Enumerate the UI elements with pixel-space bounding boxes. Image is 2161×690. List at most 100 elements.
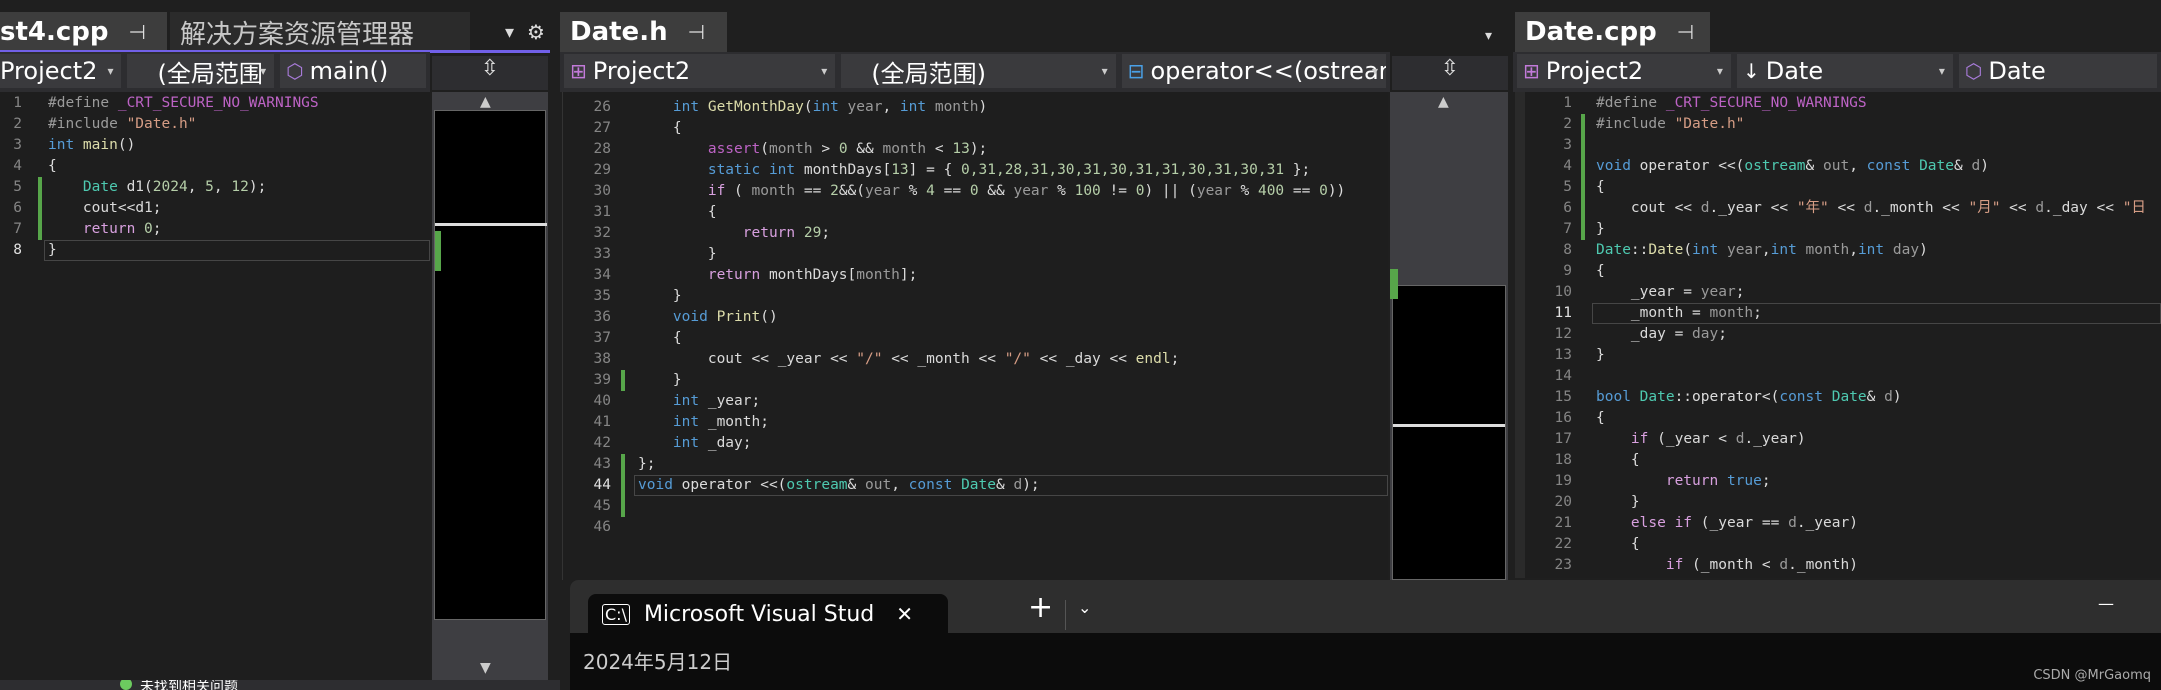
terminal-tab[interactable]: C:\ Microsoft Visual Stud ✕ [588, 594, 948, 634]
code-line[interactable]: 4 void operator <<(ostream& out, const Da… [1525, 156, 2161, 177]
code-line[interactable]: 37 { [563, 328, 1388, 349]
code-line[interactable]: 7} [1525, 219, 2161, 240]
caret-icon: ▾ [1371, 64, 1378, 78]
pin-icon[interactable]: ⊣ [688, 20, 705, 44]
split-window-icon[interactable]: ⇳ [1392, 56, 1508, 90]
middle-minimap[interactable]: ▲ [1390, 92, 1508, 580]
code-line[interactable]: 5 Date d1(2024, 5, 12); [0, 177, 430, 198]
code-line[interactable]: 14 [1525, 366, 2161, 387]
code-line[interactable]: 34 return monthDays[month]; [563, 265, 1388, 286]
code-line[interactable]: 41 int _month; [563, 412, 1388, 433]
code-line[interactable]: 3 int main() [0, 135, 430, 156]
editor-date-cpp[interactable]: 1 #define _CRT_SECURE_NO_WARNINGS 2 #includ… [1515, 92, 2161, 578]
new-tab-button[interactable]: + [1028, 590, 1053, 625]
code-line[interactable]: 21 else if (_year == d._year) [1525, 513, 2161, 534]
code-line[interactable]: 8 Date::Date(int year,int month,int day) [1525, 240, 2161, 261]
split-window-icon[interactable]: ⇳ [432, 56, 548, 90]
code-line[interactable]: 2 #include "Date.h" [1525, 114, 2161, 135]
code-line[interactable]: 20 } [1525, 492, 2161, 513]
minimap-viewport[interactable] [1392, 285, 1506, 580]
code-line[interactable]: 42 int _day; [563, 433, 1388, 454]
left-minimap[interactable]: ▲ ▼ [432, 92, 548, 680]
tab-date-cpp[interactable]: Date.cpp ⊣ ✕ [1515, 12, 1710, 52]
code-line[interactable]: 6 cout<<d1; [0, 198, 430, 219]
code-line[interactable]: 13} [1525, 345, 2161, 366]
code-line[interactable]: 27 { [563, 118, 1388, 139]
code-line[interactable]: 6 cout << d._year << "年" << d._month << … [1525, 198, 2161, 219]
code-line[interactable]: 36 void Print() [563, 307, 1388, 328]
code-line[interactable]: 3 [1525, 135, 2161, 156]
minimap-viewport[interactable] [434, 110, 547, 620]
change-marker [1581, 135, 1585, 156]
code-line[interactable]: 40 int _year; [563, 391, 1388, 412]
code-line[interactable]: 26 int GetMonthDay(int year, int month) [563, 97, 1388, 118]
code-line[interactable]: 31 { [563, 202, 1388, 223]
code-line[interactable]: 39 } [563, 370, 1388, 391]
pin-icon[interactable]: ⊣ [129, 20, 146, 44]
code-line[interactable]: 12 _day = day; [1525, 324, 2161, 345]
code-line[interactable]: 4{ [0, 156, 430, 177]
code-line[interactable]: 45 [563, 496, 1388, 517]
minimize-button[interactable]: — [2098, 594, 2114, 613]
code-line[interactable]: 8} [0, 240, 430, 261]
code-line[interactable]: 19 return true; [1525, 471, 2161, 492]
scroll-up-icon[interactable]: ▲ [480, 94, 491, 110]
tab-test4-cpp[interactable]: st4.cpp ⊣ ✕ [0, 12, 167, 52]
code-line[interactable]: 17 if (_year < d._year) [1525, 429, 2161, 450]
scroll-down-icon[interactable]: ▼ [480, 660, 491, 676]
project-dropdown[interactable]: ⊞ Project2 ▾ [564, 54, 836, 88]
code-line[interactable]: 9{ [1525, 261, 2161, 282]
code-line[interactable]: 38 cout << _year << "/" << _month << "/"… [563, 349, 1388, 370]
code-token: true [1726, 473, 1762, 489]
code-token: "日 [2122, 200, 2146, 216]
gear-icon[interactable]: ⚙ [527, 20, 545, 44]
scope-dropdown[interactable]: ↓ Date ▾ [1736, 54, 1953, 88]
scope-dropdown[interactable]: (全局范围) ▾ [841, 54, 1116, 88]
member-dropdown[interactable]: ⬡ main() [280, 54, 426, 88]
code-line[interactable]: 7 return 0; [0, 219, 430, 240]
tab-solution-explorer[interactable]: 解决方案资源管理器 [170, 12, 470, 52]
code-line[interactable]: 10 _year = year; [1525, 282, 2161, 303]
pin-icon[interactable]: ⊣ [1677, 20, 1694, 44]
code-line[interactable]: 1 #define _CRT_SECURE_NO_WARNINGS [0, 93, 430, 114]
close-icon[interactable]: ✕ [166, 20, 167, 44]
code-line[interactable]: 22 { [1525, 534, 2161, 555]
scope-dropdown[interactable]: (全局范围 ▾ [127, 54, 275, 88]
code-line[interactable]: 15 bool Date::operator<(const Date& d) [1525, 387, 2161, 408]
code-token: 0 [969, 183, 979, 199]
project-dropdown[interactable]: Project2 ▾ [0, 54, 122, 88]
tab-date-h[interactable]: Date.h ⊣ ✕ [560, 12, 727, 52]
line-number: 6 [13, 200, 22, 216]
code-line[interactable]: 32 return 29; [563, 223, 1388, 244]
editor-test4-cpp[interactable]: 1 #define _CRT_SECURE_NO_WARNINGS 2 #includ… [0, 92, 430, 680]
code-line[interactable]: 35 } [563, 286, 1388, 307]
close-icon[interactable]: ✕ [896, 602, 913, 626]
code-line[interactable]: 16 { [1525, 408, 2161, 429]
status-text[interactable]: 未找到相关问题 [140, 680, 238, 690]
tab-list-dropdown-icon[interactable]: ▾ [1485, 28, 1492, 44]
code-line[interactable]: 33 } [563, 244, 1388, 265]
project-dropdown[interactable]: ⊞ Project2 ▾ [1517, 54, 1731, 88]
code-line[interactable]: 29 static int monthDays[13] = { 0,31,28,… [563, 160, 1388, 181]
close-icon[interactable]: ✕ [725, 20, 727, 44]
code-line[interactable]: 18 { [1525, 450, 2161, 471]
code-line[interactable]: 23 if (_month < d._month) [1525, 555, 2161, 576]
code-line[interactable]: 5{ [1525, 177, 2161, 198]
code-line[interactable]: 43}; [563, 454, 1388, 475]
code-line[interactable]: 44 void operator <<(ostream& out, const D… [563, 475, 1388, 496]
dropdown-icon[interactable]: ▾ [505, 22, 514, 43]
code-line[interactable]: 1 #define _CRT_SECURE_NO_WARNINGS [1525, 93, 2161, 114]
code-line[interactable]: 11 _month = month; [1525, 303, 2161, 324]
code-token: ); [969, 141, 988, 157]
member-dropdown[interactable]: ⬡ Date [1958, 54, 2157, 88]
scroll-up-icon[interactable]: ▲ [1438, 94, 1449, 110]
editor-date-h[interactable]: 26 int GetMonthDay(int year, int month) 2… [562, 92, 1388, 580]
code-token: , [187, 179, 206, 195]
code-line[interactable]: 30 if ( month == 2&&(year % 4 == 0 && ye… [563, 181, 1388, 202]
code-line[interactable]: 2 #include "Date.h" [0, 114, 430, 135]
member-dropdown[interactable]: ⊟ operator<<(ostrear ▾ [1121, 54, 1386, 88]
code-line[interactable]: 46 [563, 517, 1388, 538]
code-line[interactable]: 28 assert(month > 0 && month < 13); [563, 139, 1388, 160]
tab-dropdown-button[interactable]: ⌄ [1070, 598, 1099, 617]
